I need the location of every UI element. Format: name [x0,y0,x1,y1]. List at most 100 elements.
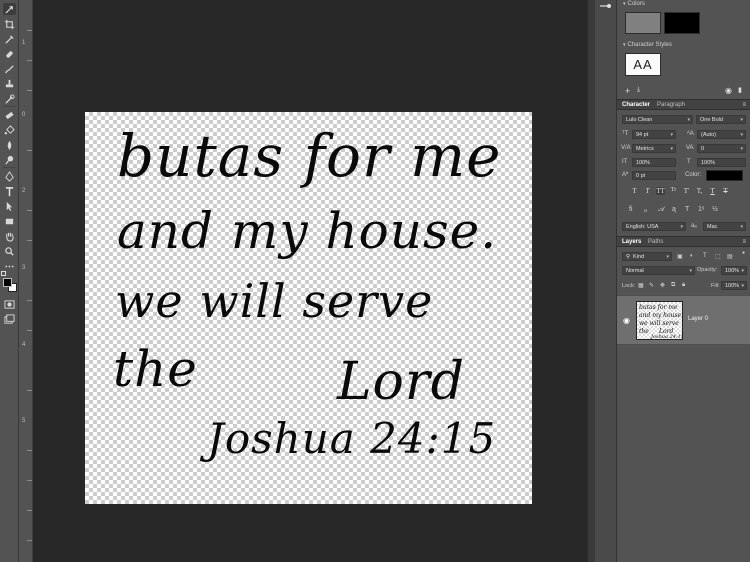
oldstyle-icon[interactable]: ℴ [644,206,647,214]
layer-visibility-icon[interactable]: ◉ [623,316,630,325]
tracking-icon: VA [686,145,694,151]
layer-filter-select[interactable]: ⚲ Kind ▾ [622,252,672,261]
lettering-line-3: we will serve [115,274,434,328]
tracking-field[interactable]: 0 ▾ [697,144,746,153]
dodge-tool-icon[interactable] [3,154,16,166]
lock-all-icon[interactable]: 🔒︎ [682,282,685,289]
leading-field[interactable]: (Auto) ▾ [697,130,746,139]
superscript-button[interactable]: T' [682,187,691,195]
download-icon[interactable]: ⤓ [637,86,640,94]
filter-adjustment-icon[interactable]: ◐ [690,253,694,259]
lock-image-icon[interactable]: ✎ [649,282,654,289]
brush-tool-icon[interactable] [3,63,16,75]
lock-artboard-icon[interactable]: ⧉ [671,282,675,289]
blur-tool-icon[interactable] [3,139,16,151]
font-size-field[interactable]: 94 pt ▾ [632,130,676,139]
all-caps-button[interactable]: TT [656,187,665,195]
baseline-shift-field[interactable]: 0 pt [632,171,676,180]
swash-icon[interactable]: 𝒜 [658,206,665,214]
clone-stamp-tool-icon[interactable] [3,78,16,90]
lettering-line-5: Lord [337,352,465,412]
thumbnail-line-1: butas for me [639,304,678,311]
antialias-select[interactable]: Mac ▾ [703,222,746,231]
tab-character[interactable]: Character [622,102,650,108]
crop-tool-icon[interactable] [3,18,16,30]
foreground-color-chip[interactable] [3,278,12,287]
layer-row[interactable]: ◉ butas for me and my house. we will ser… [617,295,750,345]
stylistic-alternates-icon[interactable]: ą [672,206,676,213]
character-tabbar: Character Paragraph ≡ [617,99,750,110]
eraser-tool-icon[interactable] [3,109,16,121]
ruler-mark: 5 [22,418,26,424]
titling-icon[interactable]: T [685,206,689,213]
lettering-line-6: Joshua 24:15 [207,414,497,463]
vertical-scale-icon: IT [622,159,628,165]
lock-position-icon[interactable]: ✥ [660,282,665,289]
background-swatch[interactable] [664,12,700,34]
eyedropper-tool-icon[interactable] [3,33,16,45]
document-canvas[interactable]: butas for me and my house. we will serve… [85,112,532,504]
fractions-icon[interactable]: ½ [712,206,718,213]
hand-tool-icon[interactable] [3,230,16,242]
type-tool-icon[interactable] [3,185,16,197]
vertical-scrollbar[interactable] [587,0,595,562]
quick-mask-icon[interactable] [3,298,16,310]
subscript-button[interactable]: T, [695,187,704,195]
properties-panel-icon[interactable] [599,1,613,11]
thumbnail-line-2: and my house. [639,312,683,319]
horizontal-scale-icon: T [687,159,691,165]
blend-mode-select[interactable]: Normal ▾ [622,266,695,275]
ligatures-icon[interactable]: ﬁ [629,206,633,213]
fill-field[interactable]: 100% ▾ [721,281,747,290]
add-icon[interactable]: + [625,86,630,96]
tab-paths[interactable]: Paths [648,239,663,245]
small-caps-button[interactable]: Tr [669,187,678,193]
font-style-select[interactable]: One Bold ▾ [696,115,746,124]
lock-label: Lock: [622,283,636,289]
faux-bold-button[interactable]: T [630,187,639,195]
horizontal-scale-field[interactable]: 100% [697,158,746,167]
trash-icon[interactable]: ▮ [738,86,742,94]
strikethrough-button[interactable]: T [721,187,730,195]
pen-tool-icon[interactable] [3,170,16,182]
tab-paragraph[interactable]: Paragraph [657,102,685,108]
ordinals-icon[interactable]: 1ˢ [698,206,704,213]
colors-panel-title[interactable]: ▾ Colors [623,1,645,7]
ruler-mark: 1 [22,40,26,46]
font-family-select[interactable]: Lulo Clean ▾ [622,115,693,124]
filter-smart-object-icon[interactable]: ▤ [727,253,733,260]
text-color-swatch[interactable] [706,170,743,181]
filter-pixel-icon[interactable]: ▣ [677,253,683,260]
default-colors-icon[interactable] [1,271,6,276]
history-brush-tool-icon[interactable] [3,93,16,105]
layer-name[interactable]: Layer 0 [688,316,708,322]
lettering-line-1: butas for me [117,122,502,190]
panel-menu-icon[interactable]: ≡ [742,102,746,108]
healing-brush-tool-icon[interactable] [3,48,16,60]
vertical-scale-field[interactable]: 100% [632,158,676,167]
filter-type-icon[interactable]: T [703,253,707,259]
path-selection-tool-icon[interactable] [3,200,16,212]
rectangle-tool-icon[interactable] [3,215,16,227]
character-styles-panel-title[interactable]: ▾ Character Styles [623,42,672,48]
filter-shape-icon[interactable]: ⬚ [715,253,721,260]
move-tool-icon[interactable] [3,3,16,15]
paint-bucket-tool-icon[interactable] [3,124,16,136]
lock-transparent-icon[interactable]: ▦ [638,282,644,289]
underline-button[interactable]: T [708,187,717,195]
faux-italic-button[interactable]: T [643,187,652,195]
visibility-icon[interactable]: ◉ [725,86,732,95]
kerning-field[interactable]: Metrics ▾ [632,144,676,153]
ruler-mark: 3 [22,265,26,271]
foreground-swatch[interactable] [625,12,661,34]
ruler-mark: 4 [22,342,26,348]
opacity-field[interactable]: 100% ▾ [721,266,747,275]
screen-mode-icon[interactable] [3,313,16,325]
layers-menu-icon[interactable]: ≡ [742,239,746,245]
document-workspace[interactable]: butas for me and my house. we will serve… [34,0,587,562]
language-select[interactable]: English: USA ▾ [622,222,686,231]
tab-layers[interactable]: Layers [622,239,641,245]
character-style-preview[interactable]: AA [625,53,661,76]
filter-toggle-icon[interactable]: ● [742,250,745,256]
zoom-tool-icon[interactable] [3,245,16,257]
